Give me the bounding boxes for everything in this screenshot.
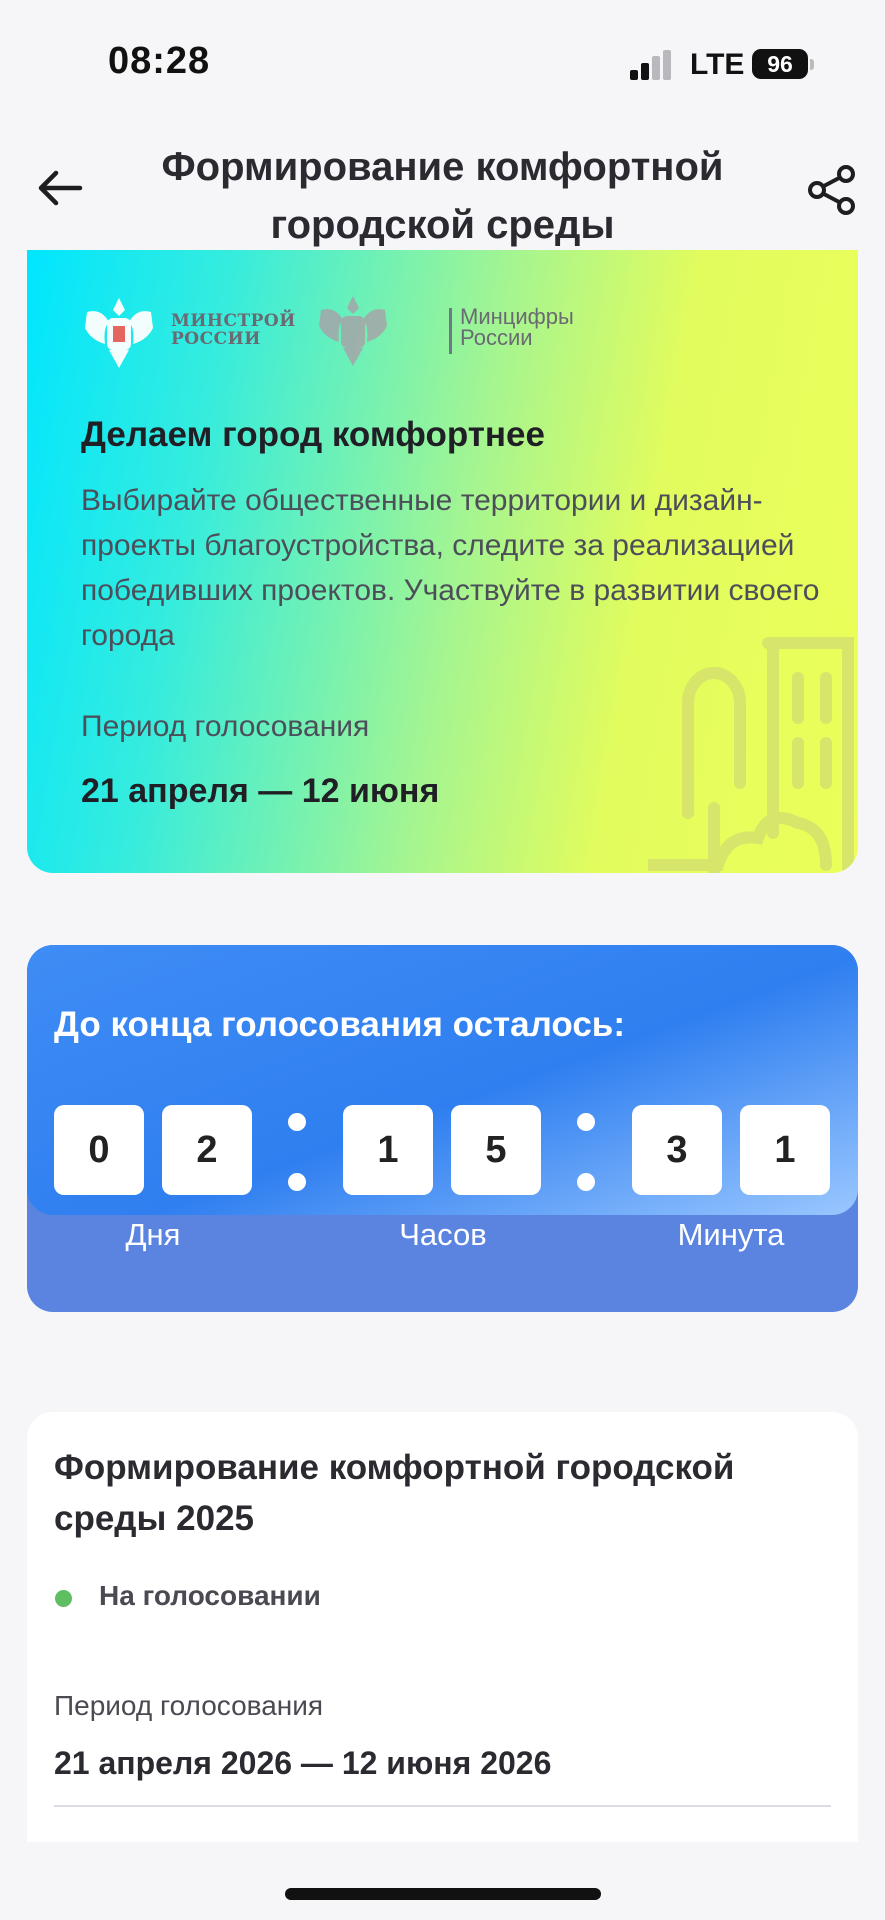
status-bar: 08:28 LTE 96 [0, 0, 885, 120]
emblem-icon [319, 296, 387, 366]
share-button[interactable] [802, 160, 862, 220]
countdown-digit-minutes-1: 3 [632, 1105, 722, 1195]
app-header: Формирование комфортной городской среды [0, 120, 885, 250]
countdown-panel: До конца голосования осталось: 0 2 1 5 3… [27, 945, 858, 1215]
countdown-card: До конца голосования осталось: 0 2 1 5 3… [27, 945, 858, 1312]
hero-banner: МИНСТРОЙ РОССИИ Минцифры России Делаем г… [27, 250, 858, 873]
city-illustration-icon [648, 637, 854, 873]
campaign-title: Формирование комфортной городской среды … [54, 1448, 735, 1538]
home-indicator[interactable] [285, 1888, 601, 1900]
logo-divider [449, 308, 452, 354]
signal-icon [630, 50, 674, 80]
countdown-title: До конца голосования осталось: [54, 1005, 625, 1044]
battery-icon: 96 [752, 49, 808, 79]
emblem-icon [85, 298, 153, 368]
back-button[interactable] [30, 158, 90, 218]
countdown-digit-hours-1: 1 [343, 1105, 433, 1195]
status-time: 08:28 [108, 40, 211, 82]
network-type: LTE [690, 48, 745, 81]
share-icon [808, 165, 855, 215]
minstroy-logo-text: МИНСТРОЙ РОССИИ [171, 311, 296, 349]
status-badge: На голосовании [99, 1580, 321, 1611]
countdown-unit-minutes: Минута [677, 1217, 785, 1252]
page-title: Формирование комфортной городской среды [161, 145, 724, 247]
hero-period-label: Период голосования [81, 710, 370, 743]
mincifry-logo-text: Минцифры России [460, 304, 574, 350]
hero-period-value: 21 апреля — 12 июня [81, 772, 440, 810]
divider [54, 1805, 831, 1807]
back-arrow-icon [38, 170, 83, 206]
campaign-period-label: Период голосования [54, 1690, 324, 1721]
countdown-digit-days-1: 0 [54, 1105, 144, 1195]
status-dot [55, 1590, 72, 1607]
hero-description: Выбирайте общественные территории и диза… [81, 484, 820, 652]
campaign-card[interactable]: Формирование комфортной городской среды … [27, 1412, 858, 1842]
hero-title: Делаем город комфортнее [81, 415, 545, 454]
countdown-separator [576, 1113, 596, 1191]
countdown-unit-hours: Часов [399, 1217, 487, 1252]
countdown-digit-minutes-2: 1 [740, 1105, 830, 1195]
countdown-separator [287, 1113, 307, 1191]
countdown-digit-hours-2: 5 [451, 1105, 541, 1195]
battery-tip [810, 59, 814, 70]
countdown-digit-days-2: 2 [162, 1105, 252, 1195]
partner-logos: МИНСТРОЙ РОССИИ Минцифры России [79, 288, 579, 372]
campaign-period-value: 21 апреля 2026 — 12 июня 2026 [54, 1745, 552, 1781]
countdown-unit-days: Дня [125, 1217, 181, 1252]
